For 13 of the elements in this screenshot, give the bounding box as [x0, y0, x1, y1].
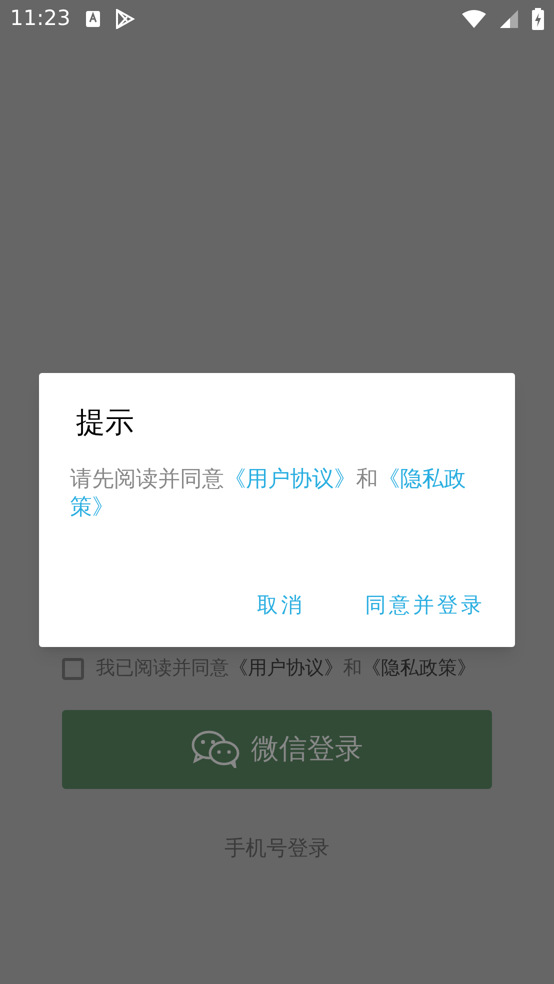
agreement-checkbox[interactable]: [62, 658, 84, 680]
wifi-icon: [462, 10, 486, 28]
wechat-login-button[interactable]: 微信登录: [62, 710, 492, 788]
dialog-button[interactable]: 同意并登录: [365, 590, 485, 621]
wechat-icon: [191, 730, 241, 768]
dialog-button[interactable]: 取消: [257, 590, 305, 621]
signal-icon: [500, 10, 518, 28]
dialog-message: 请先阅读并同意《用户协议》和《隐私政策》: [70, 465, 467, 521]
dialog-title: 提示: [76, 406, 134, 441]
play-store-icon: [114, 9, 135, 29]
battery-charging-icon: [532, 8, 544, 30]
keyboard-icon: [84, 10, 101, 28]
status-time: 11:23: [10, 5, 71, 32]
